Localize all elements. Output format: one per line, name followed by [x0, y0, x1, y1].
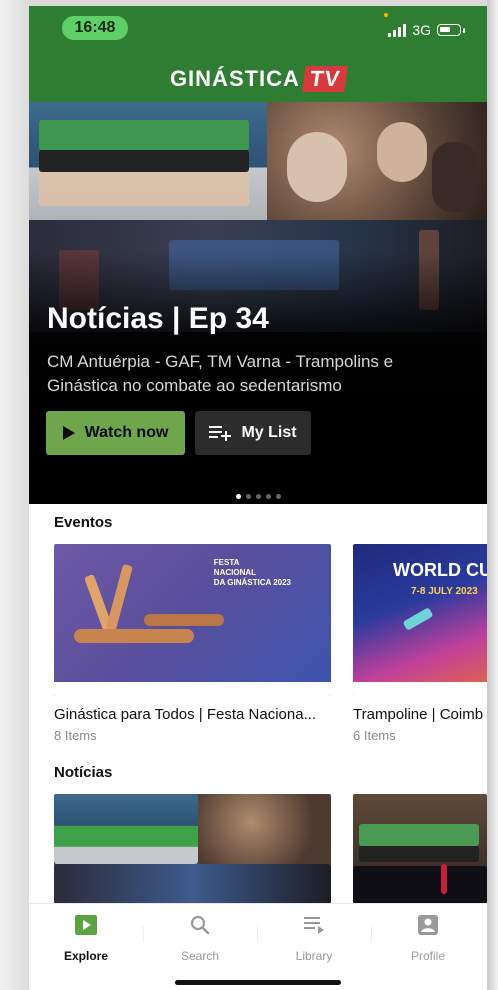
tab-library[interactable]: Library: [257, 914, 371, 963]
app-screen: 16:48 3G GINÁSTICA TV Notícias | Ep 34 C…: [29, 6, 487, 990]
app-header: 16:48 3G GINÁSTICA TV: [29, 6, 487, 102]
privacy-indicator-dot: [384, 13, 388, 17]
tab-label: Profile: [410, 949, 445, 963]
tramp-text: WORLD CU: [393, 560, 487, 580]
hero-title: Notícias | Ep 34: [47, 302, 269, 335]
logo-text: GINÁSTICA: [169, 66, 300, 91]
profile-icon: [416, 914, 440, 936]
home-indicator[interactable]: [175, 980, 341, 985]
news-thumbnail: [54, 794, 331, 904]
tab-profile[interactable]: Profile: [371, 914, 485, 963]
hero-image-team: [29, 102, 267, 220]
section-title-noticias: Notícias: [54, 764, 113, 781]
news-card[interactable]: [353, 794, 487, 904]
event-card-count: 8 Items: [54, 728, 97, 743]
search-icon: [188, 914, 212, 936]
carousel-dot[interactable]: [235, 494, 241, 499]
news-card[interactable]: [54, 794, 331, 904]
event-thumbnail: WORLD CU 7-8 JULY 2023: [353, 544, 487, 696]
status-indicators: 3G: [388, 20, 465, 40]
carousel-dot[interactable]: [265, 494, 271, 499]
sponsor-strip: [353, 682, 487, 696]
event-thumbnail: FESTA NACIONAL DA GINÁSTICA 2023: [54, 544, 331, 696]
section-title-eventos: Eventos: [54, 514, 113, 531]
carousel-dots[interactable]: [29, 494, 487, 499]
carousel-dot[interactable]: [255, 494, 261, 499]
watch-now-button[interactable]: Watch now: [46, 411, 185, 455]
tab-explore[interactable]: Explore: [29, 914, 143, 963]
my-list-label: My List: [241, 424, 297, 441]
screenshot-edge-right: [487, 0, 498, 990]
hero-image-gymnasts: [267, 102, 487, 220]
play-square-icon: [74, 914, 98, 936]
event-card[interactable]: FESTA NACIONAL DA GINÁSTICA 2023 Ginásti…: [54, 544, 331, 754]
hero-subtitle: CM Antuérpia - GAF, TM Varna - Trampolin…: [47, 352, 394, 395]
watch-now-label: Watch now: [84, 424, 169, 441]
bottom-tab-bar: Explore Search Library Profile: [29, 903, 487, 990]
event-card-count: 6 Items: [353, 728, 396, 743]
hero-banner[interactable]: Notícias | Ep 34 CM Antuérpia - GAF, TM …: [29, 102, 487, 504]
event-card-title: Trampoline | Coimb: [353, 706, 484, 723]
event-card-title: Ginástica para Todos | Festa Naciona...: [54, 706, 317, 723]
status-time: 16:48: [62, 16, 128, 40]
tab-label: Explore: [63, 949, 108, 963]
tramp-date: 7-8 JULY 2023: [411, 586, 478, 597]
play-icon: [62, 426, 75, 440]
battery-tip: [463, 27, 465, 33]
logo-badge: TV: [302, 66, 348, 92]
festa-text: FESTA NACIONAL DA GINÁSTICA 2023: [213, 558, 291, 587]
add-to-list-icon: [209, 426, 232, 441]
screenshot-edge-left: [0, 0, 29, 990]
tab-search[interactable]: Search: [143, 914, 257, 963]
library-icon: [302, 914, 326, 936]
battery-icon: [437, 24, 461, 36]
sponsor-strip: [54, 682, 331, 696]
event-card[interactable]: WORLD CU 7-8 JULY 2023 Trampoline | Coim…: [353, 544, 487, 754]
signal-icon: [388, 23, 407, 37]
app-logo: GINÁSTICA TV: [29, 66, 487, 92]
news-thumbnail: [353, 794, 487, 904]
carousel-dot[interactable]: [275, 494, 281, 499]
tab-label: Search: [180, 949, 220, 963]
tab-label: Library: [295, 949, 333, 963]
network-type: 3G: [412, 22, 431, 38]
my-list-button[interactable]: My List: [195, 411, 311, 455]
carousel-dot[interactable]: [245, 494, 251, 499]
